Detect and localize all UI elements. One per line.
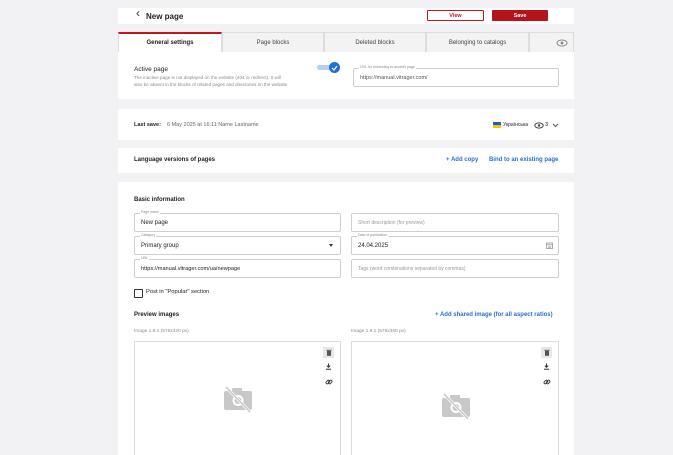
- check-icon: [331, 65, 338, 71]
- no-image-icon: [442, 392, 470, 420]
- image2-label: Image 1.6:1 (576x360 px): [351, 329, 406, 334]
- short-description-field[interactable]: Short description (for preview): [351, 213, 559, 232]
- views-count: 3: [545, 122, 549, 128]
- page-title: New page: [146, 12, 184, 21]
- link-icon[interactable]: [323, 376, 334, 387]
- active-page-title: Active page: [134, 66, 168, 73]
- last-save-label: Last save:: [134, 122, 161, 128]
- trash-icon[interactable]: [323, 347, 334, 358]
- tab-general-settings[interactable]: General settings: [118, 32, 222, 52]
- add-copy-link[interactable]: + Add copy: [446, 157, 478, 163]
- page-name-field[interactable]: Page name New page: [134, 210, 341, 232]
- header-bar: ‹ New page View Save: [118, 6, 574, 24]
- calendar-icon[interactable]: [546, 242, 553, 249]
- chevron-down-icon[interactable]: [552, 123, 559, 128]
- toggle-knob: [329, 62, 340, 73]
- active-page-description: The inactive page is not displayed on th…: [134, 75, 281, 80]
- add-shared-image-link[interactable]: + Add shared image (for all aspect ratio…: [435, 312, 553, 318]
- preview-images-title: Preview images: [134, 312, 180, 318]
- image1-label: Image 1.8:1 (576x320 px): [134, 329, 189, 334]
- download-icon[interactable]: [323, 361, 334, 372]
- last-save-card: Last save: 6 May 2025 at 16:11 Name Last…: [118, 109, 574, 140]
- active-toggle[interactable]: [317, 62, 341, 73]
- url-field[interactable]: URL https://manual.vitrager.com/ua/newpa…: [134, 256, 341, 278]
- language-select[interactable]: Українська: [503, 122, 528, 128]
- category-select[interactable]: Category Primary group: [134, 233, 341, 255]
- eye-icon: [534, 122, 544, 129]
- bind-existing-page-link[interactable]: Bind to an existing page: [489, 157, 558, 163]
- redirect-url-field[interactable]: URL for redirecting to another page http…: [353, 65, 559, 87]
- ukraine-flag-icon: [493, 122, 501, 128]
- tab-belonging-to-catalogs[interactable]: Belonging to catalogs: [426, 32, 529, 52]
- last-save-value: 6 May 2025 at 16:11 Name Lastname: [167, 122, 259, 128]
- popular-checkbox[interactable]: [134, 289, 143, 298]
- view-button[interactable]: View: [427, 10, 484, 21]
- no-image-icon: [224, 385, 252, 413]
- basic-info-title: Basic information: [134, 197, 185, 203]
- dropdown-arrow-icon: [329, 244, 333, 247]
- tab-more[interactable]: [529, 32, 574, 52]
- popular-checkbox-label: Post in "Popular" section: [146, 289, 210, 295]
- tab-deleted-blocks[interactable]: Deleted blocks: [324, 32, 426, 52]
- eye-icon: [556, 39, 567, 46]
- active-page-card: Active page The inactive page is not dis…: [118, 52, 574, 99]
- active-page-description-2: also be absent in the blocks of related …: [134, 82, 288, 87]
- trash-icon[interactable]: [541, 347, 552, 358]
- save-button[interactable]: Save: [492, 10, 548, 21]
- language-versions-title: Language versions of pages: [134, 157, 216, 163]
- image-slot-1[interactable]: [134, 341, 341, 455]
- language-versions-card: Language versions of pages + Add copy Bi…: [118, 148, 574, 173]
- back-icon[interactable]: ‹: [136, 6, 140, 20]
- tab-page-blocks[interactable]: Page blocks: [222, 32, 324, 52]
- image-slot-2[interactable]: [351, 341, 559, 455]
- link-icon[interactable]: [541, 376, 552, 387]
- tags-field[interactable]: Tags (word combinations separated by com…: [351, 259, 559, 278]
- download-icon[interactable]: [541, 361, 552, 372]
- publication-date-field[interactable]: Date of publication 24.04.2025: [351, 233, 559, 255]
